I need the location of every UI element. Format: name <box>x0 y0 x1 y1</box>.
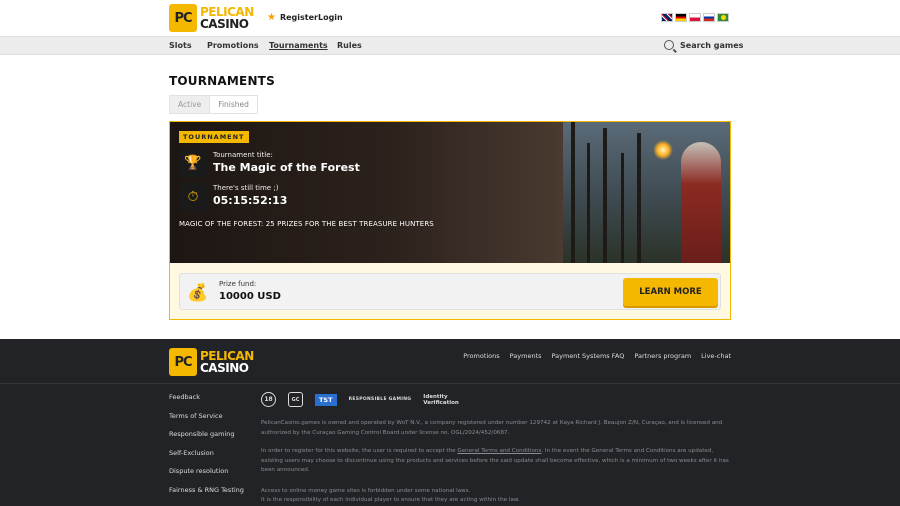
main-nav: Slots Promotions Tournaments Rules Searc… <box>0 36 900 55</box>
tournament-card: TOURNAMENT 🏆 Tournament title: The Magic… <box>169 121 731 320</box>
gaming-control-icon[interactable]: GC <box>288 392 303 407</box>
logo-line2: CASINO <box>200 17 249 31</box>
page-title: TOURNAMENTS <box>169 74 275 88</box>
logo-badge: PC <box>169 4 197 32</box>
nav-rules[interactable]: Rules <box>337 41 362 50</box>
search-games[interactable]: Search games <box>664 40 743 50</box>
title-label: Tournament title: <box>213 151 273 159</box>
trophy-icon: 🏆 <box>179 149 207 177</box>
legal-text-2: It is the responsibility of each individ… <box>261 497 520 503</box>
footer-logo[interactable]: PC PELICAN CASINO <box>169 348 254 376</box>
license-text: PelicanCasino.games is owned and operate… <box>261 420 723 436</box>
flag-pt-icon[interactable] <box>717 13 729 22</box>
register-link[interactable]: Register <box>280 13 318 22</box>
nav-tournaments[interactable]: Tournaments <box>269 41 328 50</box>
flag-ru-icon[interactable] <box>703 13 715 22</box>
tournament-tabs: Active Finished <box>169 95 258 114</box>
login-link[interactable]: Login <box>318 13 343 22</box>
footer-link-payment-faq[interactable]: Payment Systems FAQ <box>552 352 625 360</box>
footer-logo-badge: PC <box>169 348 197 376</box>
footer-fairness[interactable]: Fairness & RNG Testing <box>169 486 244 494</box>
responsible-gaming-icon[interactable]: RESPONSIBLE GAMING <box>349 397 412 402</box>
footer-self-exclusion[interactable]: Self-Exclusion <box>169 449 244 457</box>
footer-logo-line2: CASINO <box>200 361 249 375</box>
time-label: There's still time ;) <box>213 184 279 192</box>
learn-more-button[interactable]: LEARN MORE <box>623 278 718 306</box>
countdown-timer: 05:15:52:13 <box>213 194 288 207</box>
tab-finished[interactable]: Finished <box>210 95 258 114</box>
nav-promotions[interactable]: Promotions <box>207 41 259 50</box>
tab-active[interactable]: Active <box>169 95 211 114</box>
footer-links: Promotions Payments Payment Systems FAQ … <box>463 352 731 360</box>
prize-label: Prize fund: <box>219 280 257 288</box>
footer-responsible-gaming[interactable]: Responsible gaming <box>169 430 244 438</box>
search-icon <box>664 40 674 50</box>
nav-slots[interactable]: Slots <box>169 41 192 50</box>
footer-link-payments[interactable]: Payments <box>510 352 542 360</box>
footer-link-promotions[interactable]: Promotions <box>463 352 499 360</box>
site-footer: PC PELICAN CASINO Promotions Payments Pa… <box>0 339 900 506</box>
age-18-icon: 18 <box>261 392 276 407</box>
star-icon: ★ <box>267 12 276 23</box>
footer-link-partners[interactable]: Partners program <box>634 352 691 360</box>
wizard-illustration <box>563 122 730 263</box>
identity-verification-icon[interactable]: Identity Verification <box>423 394 459 406</box>
trust-badges: 18 GC TST RESPONSIBLE GAMING Identity Ve… <box>261 392 459 407</box>
footer-feedback[interactable]: Feedback <box>169 393 244 401</box>
prize-fund-bar: 💰 Prize fund: 10000 USD LEARN MORE <box>179 273 721 310</box>
footer-link-live-chat[interactable]: Live-chat <box>701 352 731 360</box>
footer-dispute[interactable]: Dispute resolution <box>169 467 244 475</box>
site-header: PC PELICAN CASINO ★ Register Login <box>0 0 900 36</box>
general-terms-link[interactable]: General Terms and Conditions <box>457 448 541 454</box>
tournament-badge: TOURNAMENT <box>179 131 249 143</box>
footer-side-links: Feedback Terms of Service Responsible ga… <box>169 393 244 494</box>
prize-value: 10000 USD <box>219 291 281 302</box>
search-label: Search games <box>680 40 744 50</box>
tst-badge-icon[interactable]: TST <box>315 393 337 406</box>
terms-text: In order to register for this website, t… <box>261 448 729 473</box>
language-switcher <box>661 13 729 22</box>
tournament-title: The Magic of the Forest <box>213 161 360 174</box>
site-logo[interactable]: PC PELICAN CASINO <box>169 3 254 33</box>
flag-en-icon[interactable] <box>661 13 673 22</box>
flag-de-icon[interactable] <box>675 13 687 22</box>
flag-pl-icon[interactable] <box>689 13 701 22</box>
auth-links: ★ Register Login <box>267 12 343 23</box>
tournament-banner: TOURNAMENT 🏆 Tournament title: The Magic… <box>170 122 730 263</box>
tournament-description: MAGIC OF THE FOREST: 25 PRIZES FOR THE B… <box>179 220 434 228</box>
stopwatch-icon: ⏱ <box>179 183 207 211</box>
footer-terms[interactable]: Terms of Service <box>169 412 244 420</box>
money-bag-icon: 💰 <box>187 283 209 303</box>
